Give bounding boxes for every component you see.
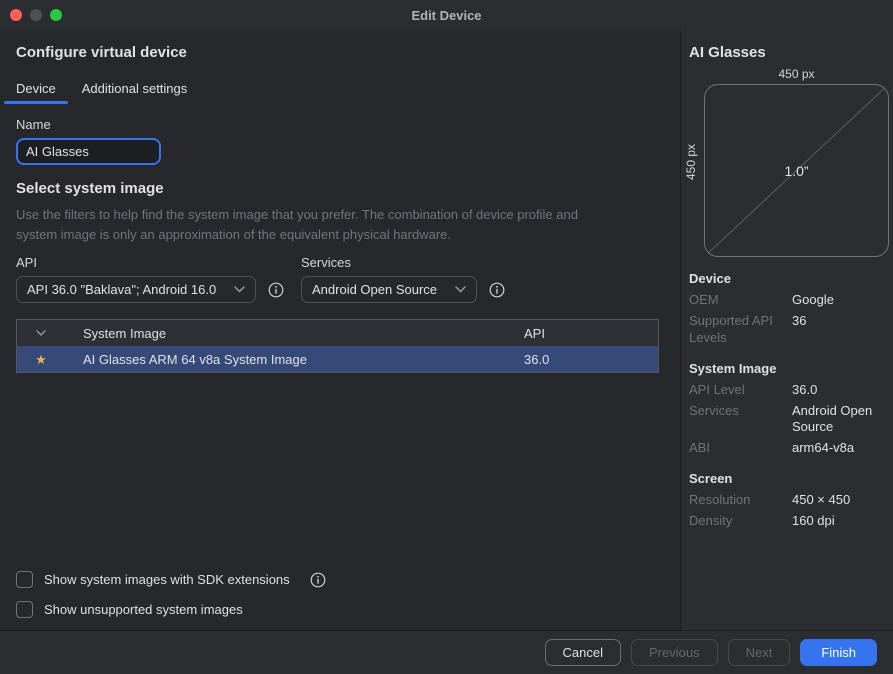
spec-value: 160 dpi bbox=[792, 513, 893, 530]
sdk-extensions-info-icon[interactable] bbox=[310, 572, 326, 588]
spec-label: Resolution bbox=[689, 492, 787, 509]
sort-chevron-icon[interactable] bbox=[17, 330, 65, 336]
close-button[interactable] bbox=[10, 9, 22, 21]
traffic-lights bbox=[10, 9, 62, 21]
window-title: Edit Device bbox=[0, 8, 893, 23]
services-label: Services bbox=[301, 255, 505, 270]
column-header-api[interactable]: API bbox=[524, 326, 658, 341]
chevron-down-icon bbox=[455, 286, 466, 293]
api-label: API bbox=[16, 255, 284, 270]
section-screen: Screen bbox=[689, 471, 893, 486]
spec-value: 36.0 bbox=[792, 382, 893, 399]
spec-value: Android Open Source bbox=[792, 403, 893, 437]
services-dropdown-value: Android Open Source bbox=[312, 282, 437, 297]
titlebar: Edit Device bbox=[0, 0, 893, 30]
sdk-extensions-checkbox[interactable] bbox=[16, 571, 33, 588]
screen-diagonal-size: 1.0” bbox=[705, 85, 888, 256]
dialog-footer: Cancel Previous Next Finish bbox=[0, 630, 893, 674]
table-row[interactable]: ★ AI Glasses ARM 64 v8a System Image 36.… bbox=[17, 346, 658, 372]
screen-outline: 1.0” bbox=[704, 84, 889, 257]
unsupported-images-row: Show unsupported system images bbox=[16, 601, 326, 618]
screen-preview: 450 px 1.0” 450 px bbox=[689, 67, 893, 257]
checkbox-group: Show system images with SDK extensions S… bbox=[16, 571, 326, 618]
section-system-image: System Image bbox=[689, 361, 893, 376]
system-image-name: AI Glasses ARM 64 v8a System Image bbox=[65, 352, 524, 367]
column-header-system-image[interactable]: System Image bbox=[65, 326, 524, 341]
screen-width-label: 450 px bbox=[704, 67, 889, 81]
system-image-table: System Image API ★ AI Glasses ARM 64 v8a… bbox=[16, 319, 659, 373]
api-dropdown-value: API 36.0 "Baklava"; Android 16.0 bbox=[27, 282, 216, 297]
tab-device[interactable]: Device bbox=[16, 79, 56, 104]
spec-label: Density bbox=[689, 513, 787, 530]
spec-value: 36 bbox=[792, 313, 893, 347]
next-button: Next bbox=[728, 639, 791, 666]
zoom-button[interactable] bbox=[50, 9, 62, 21]
sdk-extensions-label: Show system images with SDK extensions bbox=[44, 572, 290, 587]
spec-label: OEM bbox=[689, 292, 787, 309]
select-system-image-title: Select system image bbox=[16, 180, 664, 197]
previous-button: Previous bbox=[631, 639, 718, 666]
edit-device-dialog: Edit Device Configure virtual device Dev… bbox=[0, 0, 893, 674]
name-label: Name bbox=[16, 117, 664, 132]
star-icon[interactable]: ★ bbox=[35, 353, 47, 366]
system-image-description: Use the filters to help find the system … bbox=[16, 205, 664, 245]
device-name-title: AI Glasses bbox=[689, 44, 893, 61]
screen-height-label: 450 px bbox=[684, 132, 698, 192]
filters: API API 36.0 "Baklava"; Android 16.0 bbox=[16, 255, 664, 303]
api-dropdown[interactable]: API 36.0 "Baklava"; Android 16.0 bbox=[16, 276, 256, 303]
page-title: Configure virtual device bbox=[16, 44, 664, 61]
spec-label: Supported API Levels bbox=[689, 313, 787, 347]
section-device: Device bbox=[689, 271, 893, 286]
api-info-icon[interactable] bbox=[268, 282, 284, 298]
spec-value: Google bbox=[792, 292, 893, 309]
spec-label: ABI bbox=[689, 440, 787, 457]
spec-value: 450 × 450 bbox=[792, 492, 893, 509]
spec-label: Services bbox=[689, 403, 787, 437]
summary-pane: AI Glasses 450 px 1.0” 450 px Device OEM… bbox=[681, 30, 893, 630]
services-info-icon[interactable] bbox=[489, 282, 505, 298]
finish-button[interactable]: Finish bbox=[800, 639, 877, 666]
services-dropdown[interactable]: Android Open Source bbox=[301, 276, 477, 303]
tab-additional-settings[interactable]: Additional settings bbox=[82, 79, 188, 104]
spec-value: arm64-v8a bbox=[792, 440, 893, 457]
configure-pane: Configure virtual device Device Addition… bbox=[0, 30, 680, 630]
sdk-extensions-row: Show system images with SDK extensions bbox=[16, 571, 326, 588]
unsupported-images-checkbox[interactable] bbox=[16, 601, 33, 618]
table-header-row: System Image API bbox=[17, 320, 658, 346]
name-input[interactable] bbox=[16, 138, 161, 165]
spec-list: Device OEMGoogle Supported API Levels36 … bbox=[689, 271, 893, 530]
system-image-api: 36.0 bbox=[524, 352, 658, 367]
minimize-button bbox=[30, 9, 42, 21]
unsupported-images-label: Show unsupported system images bbox=[44, 602, 243, 617]
tab-bar: Device Additional settings bbox=[16, 79, 664, 104]
cancel-button[interactable]: Cancel bbox=[545, 639, 621, 666]
spec-label: API Level bbox=[689, 382, 787, 399]
chevron-down-icon bbox=[234, 286, 245, 293]
